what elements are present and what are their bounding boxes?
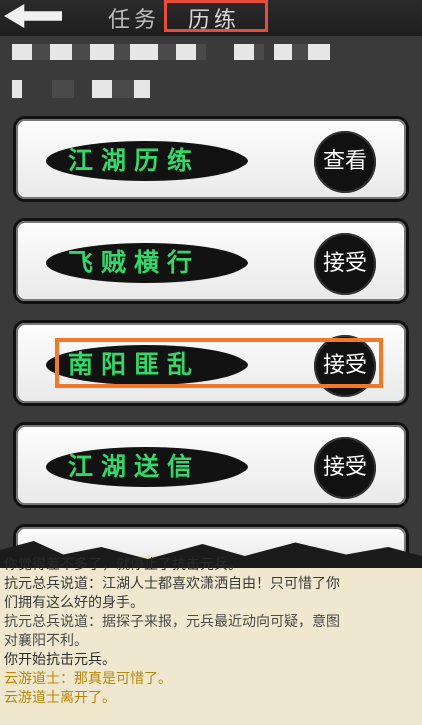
chat-line: 们拥有这么好的身手。 <box>4 595 144 611</box>
tab-highlight-box <box>164 0 268 32</box>
card-highlight-box <box>55 338 383 388</box>
back-arrow-icon[interactable] <box>4 4 62 28</box>
tab-task[interactable]: 任务 <box>108 2 160 34</box>
view-button[interactable]: 查看 <box>314 131 376 193</box>
card-jianghu-songxin[interactable]: 江湖送信 接受 <box>13 422 409 508</box>
top-bar: 任务 历练 <box>0 0 422 36</box>
card-title: 江湖送信 <box>68 452 201 481</box>
card-title: 江湖历练 <box>68 146 201 175</box>
chat-line: 云游道士：那真是可惜了。 <box>4 671 172 687</box>
card-jianghu-lilian[interactable]: 江湖历练 查看 <box>13 116 409 202</box>
accept-button[interactable]: 接受 <box>314 437 376 499</box>
card-title: 飞贼横行 <box>68 248 201 277</box>
chat-line: 云游道士离开了。 <box>4 690 116 706</box>
chat-line: 你开始抗击元兵。 <box>4 652 116 668</box>
accept-button[interactable]: 接受 <box>314 233 376 295</box>
chat-line: 抗元总兵说道：据探子来报，元兵最近动向可疑，意图 <box>4 614 340 630</box>
card-feizei-hengxing[interactable]: 飞贼横行 接受 <box>13 218 409 304</box>
chat-line: 你觉得差不多了，就停止了抗击元兵。 <box>4 557 242 573</box>
chat-line: 对襄阳不利。 <box>4 633 88 649</box>
chat-log: 你觉得差不多了，就停止了抗击元兵。 抗元总兵说道：江湖人士都喜欢潇洒自由！只可惜… <box>0 541 422 725</box>
blurred-info <box>12 40 412 104</box>
chat-line: 抗元总兵说道：江湖人士都喜欢潇洒自由！只可惜了你 <box>4 576 340 592</box>
